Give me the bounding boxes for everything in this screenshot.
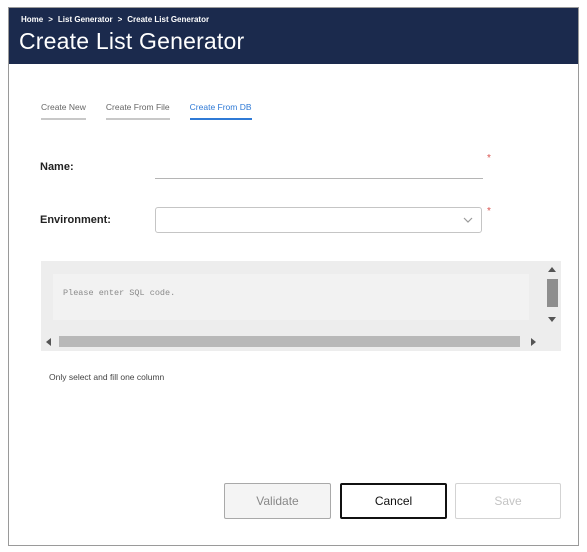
breadcrumb: Home > List Generator > Create List Gene…: [21, 15, 209, 24]
name-label: Name:: [40, 161, 74, 173]
vertical-scroll-thumb[interactable]: [547, 279, 558, 307]
arrow-down-icon[interactable]: [548, 317, 556, 322]
tab-bar: Create New Create From File Create From …: [41, 102, 272, 120]
arrow-right-icon[interactable]: [531, 338, 536, 346]
environment-required-marker: *: [487, 206, 491, 217]
tab-create-new[interactable]: Create New: [41, 102, 86, 120]
dialog-frame: Home > List Generator > Create List Gene…: [8, 7, 579, 546]
arrow-up-icon[interactable]: [548, 267, 556, 272]
breadcrumb-separator: >: [48, 15, 53, 24]
horizontal-scrollbar[interactable]: [41, 333, 543, 351]
breadcrumb-separator: >: [117, 15, 123, 24]
tab-create-from-db[interactable]: Create From DB: [189, 102, 252, 120]
vertical-scrollbar[interactable]: [543, 261, 561, 333]
sql-code-input[interactable]: [53, 274, 529, 320]
sql-editor: [41, 261, 561, 351]
cancel-button[interactable]: Cancel: [340, 483, 447, 519]
breadcrumb-home[interactable]: Home: [21, 15, 43, 24]
scrollbar-corner: [543, 333, 561, 351]
horizontal-scroll-thumb[interactable]: [59, 336, 520, 347]
save-button[interactable]: Save: [455, 483, 561, 519]
environment-label: Environment:: [40, 214, 111, 226]
environment-select[interactable]: [155, 207, 482, 233]
sql-hint-text: Only select and fill one column: [49, 372, 165, 382]
breadcrumb-current: Create List Generator: [127, 15, 210, 24]
validate-button[interactable]: Validate: [224, 483, 331, 519]
page-header: Home > List Generator > Create List Gene…: [9, 8, 578, 64]
tab-create-from-file[interactable]: Create From File: [105, 102, 170, 120]
breadcrumb-list-generator[interactable]: List Generator: [58, 15, 113, 24]
name-required-marker: *: [487, 153, 491, 164]
arrow-left-icon[interactable]: [46, 338, 51, 346]
name-field[interactable]: [155, 158, 483, 179]
chevron-down-icon: [463, 217, 473, 223]
page-title: Create List Generator: [19, 28, 245, 54]
